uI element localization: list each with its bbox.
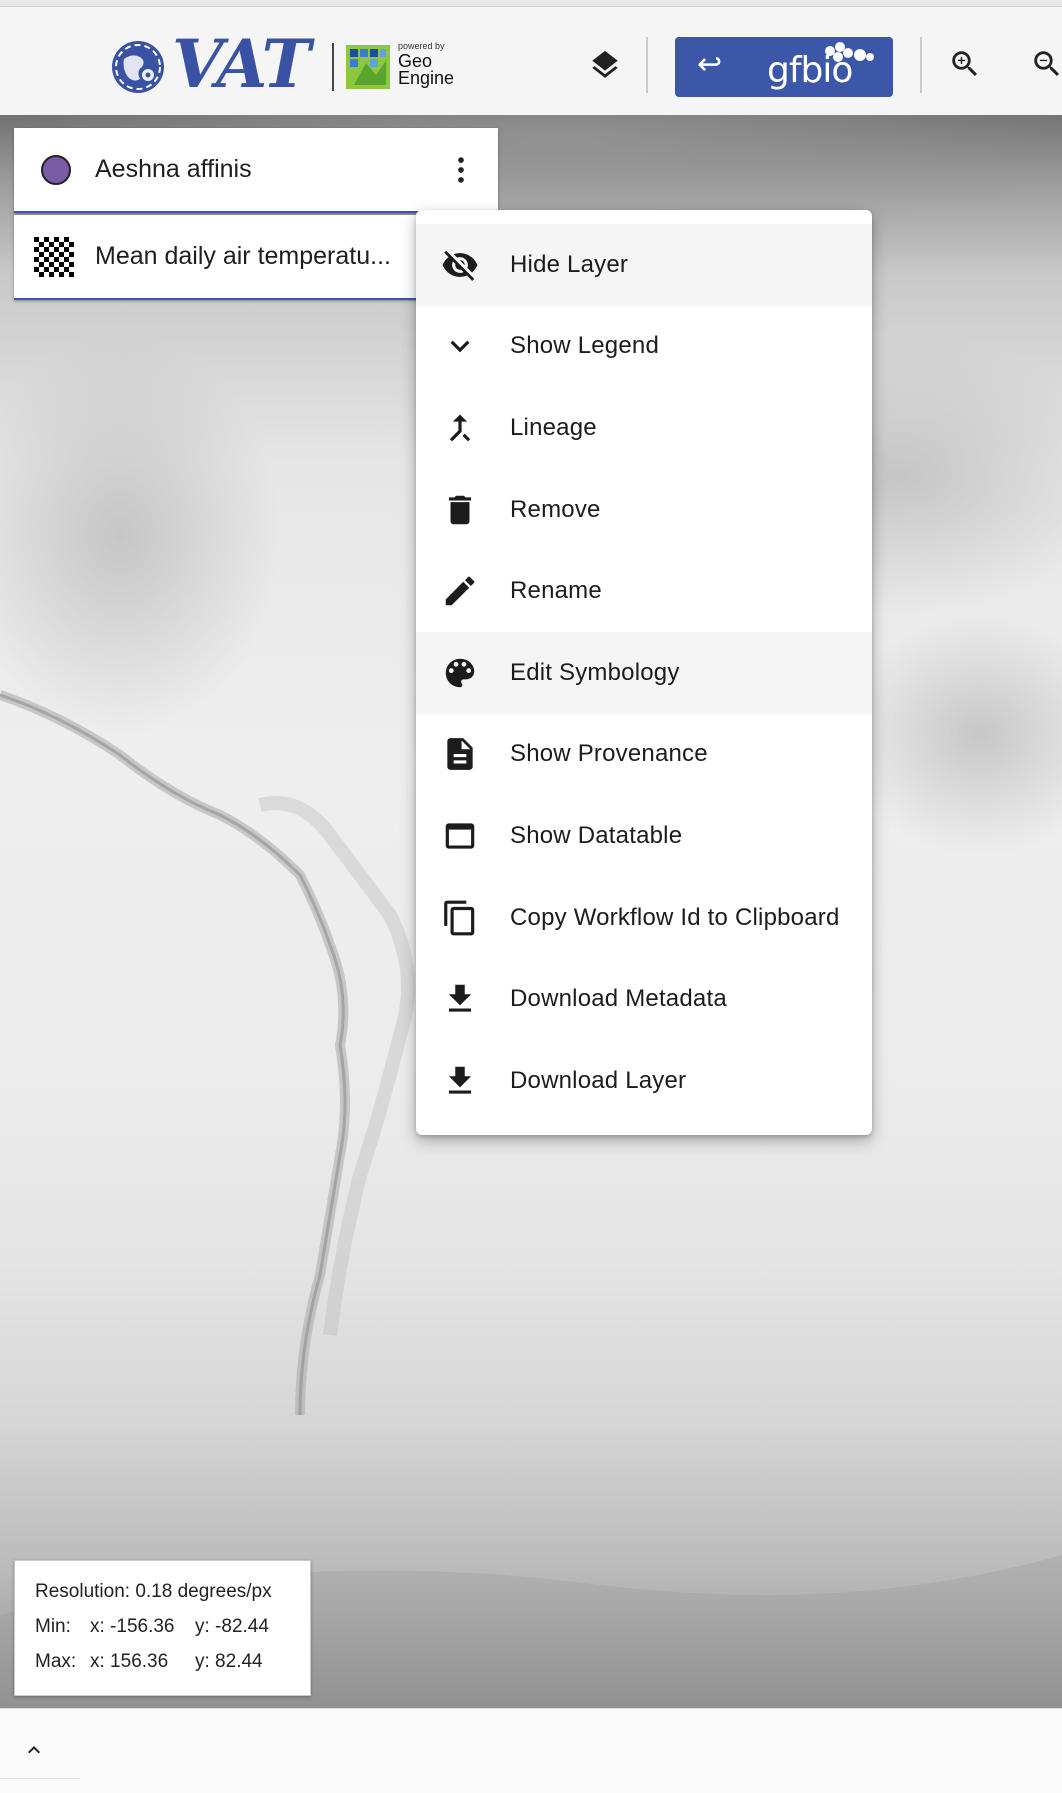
geoengine-powered-by: powered by [398,41,445,51]
more-vert-icon [458,157,464,183]
header-divider [646,37,648,93]
geoengine-name: Geo Engine [398,52,455,88]
layers-button[interactable] [580,37,630,93]
layers-icon [592,50,618,78]
max-x-value: x: 156.36 [90,1651,169,1672]
download-icon [440,979,480,1019]
globe-gear-icon [112,41,164,93]
menu-item-download-metadata[interactable]: Download Metadata [416,958,872,1040]
menu-item-label: Show Legend [510,332,659,360]
pencil-icon [440,571,480,611]
point-symbol-icon [41,154,71,185]
menu-item-label: Hide Layer [510,250,629,278]
max-label: Max: [35,1651,77,1672]
zoom-in-icon [952,51,978,77]
gfbio-flower-icon [825,42,874,62]
min-label: Min: [35,1616,71,1637]
app-header: VAT powered by Geo Engine ↩ gfbio [0,7,1062,116]
geoengine-logo: powered by Geo Engine [346,41,466,93]
bottom-bar [0,1708,1062,1793]
copy-icon [440,898,480,938]
menu-item-hide-layer[interactable]: Hide Layer [416,224,872,306]
menu-item-label: Rename [510,577,602,605]
menu-item-label: Copy Workflow Id to Clipboard [510,903,840,931]
menu-item-rename[interactable]: Rename [416,550,872,632]
menu-item-label: Download Metadata [510,985,727,1013]
geoengine-mark-icon [346,45,390,89]
menu-item-copy-workflow-id[interactable]: Copy Workflow Id to Clipboard [416,877,872,959]
menu-item-remove[interactable]: Remove [416,469,872,551]
layer-menu-button[interactable] [444,152,478,188]
visibility-off-icon [440,245,480,285]
menu-item-lineage[interactable]: Lineage [416,387,872,469]
return-arrow-icon: ↩ [697,48,723,81]
layer-name: Mean daily air temperatu... [95,242,391,270]
zoom-out-button[interactable] [1024,41,1062,87]
header-divider [920,37,922,93]
geoengine-name-line2: Engine [398,68,455,88]
menu-item-label: Lineage [510,413,597,441]
chevron-up-icon [28,1746,40,1754]
bottom-corner-tab [0,1778,80,1793]
gfbio-back-button[interactable]: ↩ gfbio [675,37,893,97]
layer-item-aeshna-affinis[interactable]: Aeshna affinis [14,128,498,213]
menu-item-download-layer[interactable]: Download Layer [416,1040,872,1122]
layer-context-menu: Hide Layer Show Legend Lineage Remove Re… [416,210,872,1135]
resolution-text: Resolution: 0.18 degrees/px [35,1581,272,1602]
palette-icon [440,653,480,693]
raster-checkerboard-icon [34,236,74,277]
map-info-box: Resolution: 0.18 degrees/px Min: x: -156… [14,1560,311,1696]
merge-icon [440,408,480,448]
table-window-icon [440,816,480,856]
chevron-down-icon [440,326,480,366]
menu-item-label: Show Datatable [510,821,683,849]
document-icon [440,734,480,774]
min-y-value: y: -82.44 [195,1616,269,1637]
download-icon [440,1061,480,1101]
trash-icon [440,490,480,530]
menu-item-label: Remove [510,495,601,523]
menu-item-label: Show Provenance [510,740,708,768]
menu-item-show-datatable[interactable]: Show Datatable [416,795,872,877]
zoom-out-icon [1034,51,1060,77]
vat-logo: VAT [110,28,320,100]
menu-item-label: Download Layer [510,1066,687,1094]
menu-item-show-legend[interactable]: Show Legend [416,306,872,388]
layer-name: Aeshna affinis [95,155,252,183]
logo-divider [332,43,334,91]
min-x-value: x: -156.36 [90,1616,175,1637]
max-y-value: y: 82.44 [195,1651,263,1672]
menu-item-show-provenance[interactable]: Show Provenance [416,714,872,796]
menu-item-label: Edit Symbology [510,658,680,686]
menu-item-edit-symbology[interactable]: Edit Symbology [416,631,872,714]
zoom-in-button[interactable] [942,41,988,87]
top-border [0,0,1062,7]
logo-text: VAT [172,25,311,103]
expand-bottom-panel-button[interactable] [22,1738,46,1762]
